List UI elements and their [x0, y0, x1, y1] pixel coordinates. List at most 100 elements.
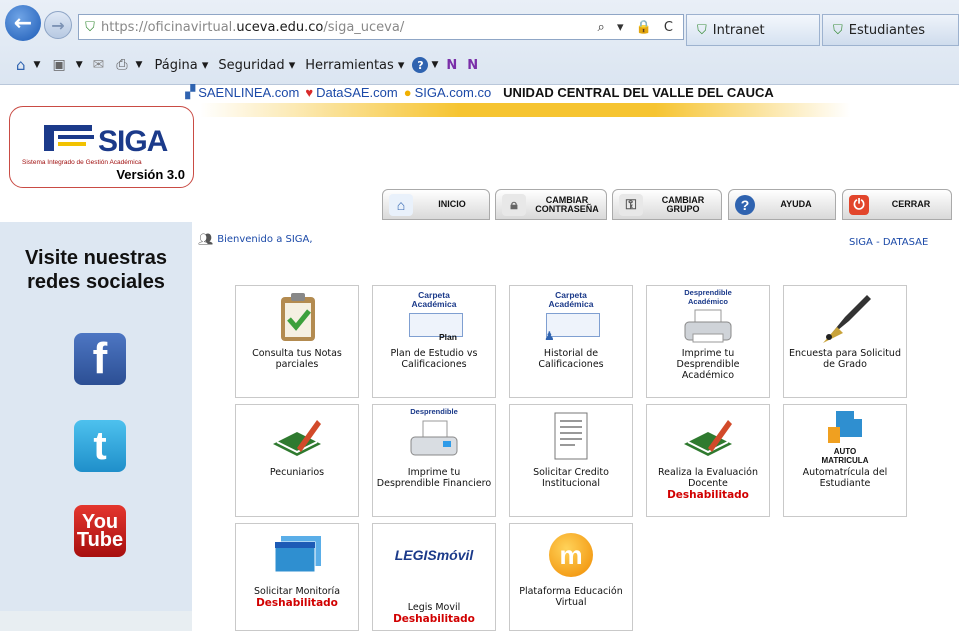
menu-pagina[interactable]: Página ▾: [154, 58, 208, 73]
nav-label: CAMBIAR GRUPO: [661, 194, 705, 214]
back-button[interactable]: ←: [5, 5, 41, 41]
address-url: https://oficinavirtual.uceva.edu.co/siga…: [101, 20, 404, 35]
card-title: Encuesta para Solicitud de Grado: [789, 348, 901, 370]
command-bar: ⌂ ▼ ▣ ▼ ✉ ⎙ ▼ Página ▾ Seguridad ▾ Herra…: [0, 49, 959, 81]
nav-ayuda-button[interactable]: ? AYUDA: [728, 189, 836, 220]
logo-emblem-icon: [44, 125, 94, 151]
disabled-badge: Deshabilitado: [256, 597, 338, 609]
feeds-icon[interactable]: ▣: [52, 57, 65, 73]
header-accent-bar: [200, 103, 850, 117]
chevron-down-icon[interactable]: ▼: [76, 60, 83, 70]
card-title: Solicitar Monitoría: [253, 586, 341, 597]
card-historial[interactable]: Carpeta Académica ♟ Historial de Calific…: [509, 285, 633, 398]
academic-folder-icon: Carpeta Académica Plan: [373, 286, 495, 348]
welcome-text: Bienvenido a SIGA,: [217, 233, 313, 245]
card-title: Legis Movil: [407, 602, 461, 613]
siga-logo: SIGA Sistema Integrado de Gestión Académ…: [9, 106, 194, 188]
siga-link-icon: ●: [403, 84, 412, 100]
icon-caption: Carpeta Académica: [548, 290, 594, 309]
print-icon[interactable]: ⎙: [116, 57, 127, 73]
onenote-icon[interactable]: N: [446, 58, 457, 73]
card-plan-estudio[interactable]: Carpeta Académica Plan Plan de Estudio v…: [372, 285, 496, 398]
academic-folder-icon: Carpeta Académica ♟: [510, 286, 632, 348]
menu-herramientas[interactable]: Herramientas ▾: [305, 58, 404, 73]
legis-logo-icon: LEGISmóvil: [373, 524, 495, 586]
card-title: Automatrícula del Estudiante: [802, 467, 888, 489]
nav-inicio-button[interactable]: ⌂ INICIO: [382, 189, 490, 220]
help-icon[interactable]: ?: [412, 57, 429, 73]
card-educacion-virtual[interactable]: m Plataforma Educación Virtual: [509, 523, 633, 631]
nav-cerrar-button[interactable]: ⏻ CERRAR: [842, 189, 952, 220]
card-label: Legis Movil Deshabilitado: [375, 602, 493, 625]
icon-caption: AUTO MATRICULA: [821, 447, 869, 465]
card-label: Imprime tu Desprendible Financiero: [375, 467, 493, 489]
card-title: Historial de Calificaciones: [538, 348, 604, 370]
logo-version: Versión 3.0: [116, 167, 185, 182]
document-icon: [510, 405, 632, 467]
student-icon: ♟: [544, 329, 555, 343]
clipboard-check-icon: [236, 286, 358, 348]
tab-label: Estudiantes: [848, 22, 926, 38]
url-domain: uceva.edu.co: [236, 19, 324, 35]
card-evaluacion-docente[interactable]: Realiza la Evaluación Docente Deshabilita…: [646, 404, 770, 517]
card-solicitar-monitoria[interactable]: Solicitar Monitoría Deshabilitado: [235, 523, 359, 631]
card-title: Solicitar Credito Institucional: [533, 467, 609, 489]
switch-icon: ⚿: [619, 193, 643, 216]
chevron-down-icon[interactable]: ▼: [136, 60, 143, 70]
sidebar-title: Visite nuestras redes sociales: [25, 247, 167, 293]
youtube-icon[interactable]: You Tube: [74, 505, 126, 557]
card-label: Imprime tu Desprendible Académico: [649, 348, 767, 381]
book-pencil-icon: [236, 405, 358, 467]
window-stack-icon: [236, 524, 358, 586]
legis-logo-text: LEGISmóvil: [394, 547, 474, 563]
facebook-icon[interactable]: f: [74, 333, 126, 385]
tab-estudiantes[interactable]: ⛉ Estudiantes: [822, 14, 959, 46]
mail-icon[interactable]: ✉: [93, 57, 105, 73]
icon-subcaption: Plan: [439, 332, 457, 342]
card-label: Solicitar Credito Institucional: [512, 467, 630, 489]
icon-caption: Carpeta Académica: [411, 290, 457, 309]
users-icon: 👥︎: [198, 232, 214, 246]
card-automatricula[interactable]: AUTO MATRICULA Automatrícula del Estudia…: [783, 404, 907, 517]
card-label: Consulta tus Notas parciales: [238, 348, 356, 370]
partner-links: ▞ SAENLINEA.com ♥ DataSAE.com ● SIGA.com…: [0, 83, 959, 101]
welcome-message: 👥︎ Bienvenido a SIGA,: [198, 232, 313, 246]
moodle-icon: m: [510, 524, 632, 586]
chevron-down-icon[interactable]: ▼: [431, 60, 438, 70]
icon-caption: Desprendible: [410, 407, 458, 416]
link-saenlinea[interactable]: SAENLINEA.com: [198, 85, 299, 100]
nav-cambiar-contrasena-button[interactable]: 🔒︎ CAMBIAR CONTRASEÑA: [495, 189, 607, 220]
chevron-down-icon[interactable]: ▼: [34, 60, 41, 70]
address-bar[interactable]: ⛉ https://oficinavirtual.uceva.edu.co/si…: [78, 14, 684, 40]
address-controls[interactable]: ⌕ ▾ 🔒 C: [598, 20, 677, 35]
power-icon: ⏻: [849, 194, 869, 215]
tab-intranet[interactable]: ⛉ Intranet: [686, 14, 820, 46]
site-icon: ⛉: [697, 22, 707, 38]
card-credito-institucional[interactable]: Solicitar Credito Institucional: [509, 404, 633, 517]
card-desprendible-academico[interactable]: Desprendible Académico Imprime tu Despre…: [646, 285, 770, 398]
nav-cambiar-grupo-button[interactable]: ⚿ CAMBIAR GRUPO: [612, 189, 722, 220]
menu-seguridad[interactable]: Seguridad ▾: [218, 58, 295, 73]
forward-button[interactable]: →: [44, 11, 72, 39]
link-siga[interactable]: SIGA.com.co: [415, 85, 492, 100]
logo-subtitle: Sistema Integrado de Gestión Académica: [22, 159, 142, 166]
siga-datasae-link[interactable]: SIGA - DATASAE: [849, 237, 928, 248]
card-label: Pecuniarios: [238, 467, 356, 478]
onenote-icon[interactable]: N: [467, 58, 478, 73]
card-encuesta-grado[interactable]: Encuesta para Solicitud de Grado: [783, 285, 907, 398]
url-prefix: https://oficinavirtual.: [101, 19, 237, 35]
home-icon[interactable]: ⌂: [16, 56, 26, 74]
tab-label: Intranet: [712, 22, 765, 38]
link-datasae[interactable]: DataSAE.com: [316, 85, 398, 100]
card-legis-movil[interactable]: LEGISmóvil Legis Movil Deshabilitado: [372, 523, 496, 631]
disabled-badge: Deshabilitado: [667, 489, 749, 501]
card-desprendible-financiero[interactable]: Desprendible Imprime tu Desprendible Fin…: [372, 404, 496, 517]
printer-icon: Desprendible: [373, 405, 495, 467]
card-pecuniarios[interactable]: Pecuniarios: [235, 404, 359, 517]
sidebar-footer-strip: [0, 611, 192, 631]
nav-label: INICIO: [438, 199, 466, 209]
datasae-icon: ♥: [305, 84, 314, 100]
twitter-icon[interactable]: t: [74, 420, 126, 472]
card-label: Encuesta para Solicitud de Grado: [786, 348, 904, 370]
card-notas-parciales[interactable]: Consulta tus Notas parciales: [235, 285, 359, 398]
